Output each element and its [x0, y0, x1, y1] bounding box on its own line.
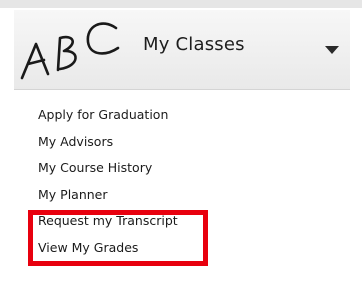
- menu-item-my-course-history[interactable]: My Course History: [38, 155, 178, 182]
- menu-title: My Classes: [143, 34, 245, 55]
- chevron-down-icon[interactable]: [324, 45, 340, 55]
- menu-list: Apply for Graduation My Advisors My Cour…: [38, 102, 178, 261]
- my-classes-menu-header[interactable]: My Classes: [14, 10, 350, 90]
- menu-item-view-my-grades[interactable]: View My Grades: [38, 235, 178, 262]
- menu-item-my-advisors[interactable]: My Advisors: [38, 129, 178, 156]
- menu-item-apply-for-graduation[interactable]: Apply for Graduation: [38, 102, 178, 129]
- abc-handwritten-logo: [20, 22, 120, 80]
- menu-item-request-my-transcript[interactable]: Request my Transcript: [38, 208, 178, 235]
- menu-item-my-planner[interactable]: My Planner: [38, 182, 178, 209]
- abc-logo: [18, 14, 140, 88]
- top-strip: [0, 0, 362, 8]
